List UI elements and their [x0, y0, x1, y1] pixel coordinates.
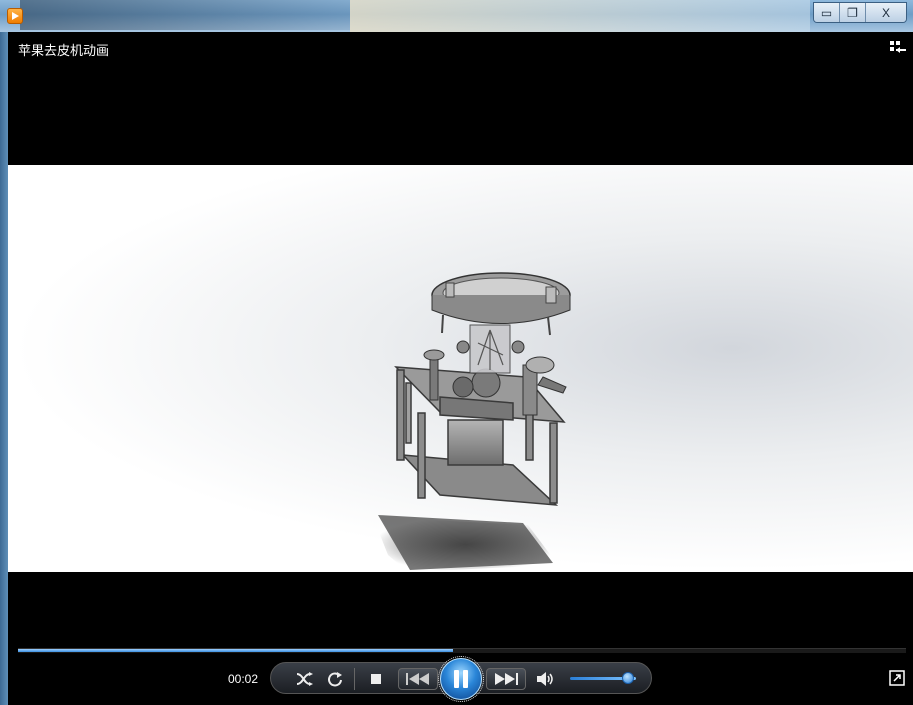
pause-button[interactable] [438, 656, 484, 702]
video-panel[interactable]: 苹果去皮机动画 00:02 [8, 32, 913, 705]
stop-button[interactable] [366, 669, 386, 689]
pause-icon-bar [463, 670, 468, 688]
video-frame[interactable] [8, 165, 913, 572]
elapsed-time: 00:02 [228, 672, 259, 686]
shuffle-button[interactable] [294, 669, 314, 689]
fullscreen-button[interactable] [889, 670, 905, 686]
seek-bar[interactable] [18, 648, 906, 653]
volume-button[interactable] [536, 669, 556, 689]
restore-icon: ❐ [847, 5, 858, 20]
repeat-button[interactable] [325, 669, 345, 689]
minimize-button[interactable]: ▭ [814, 3, 840, 22]
divider [354, 668, 355, 690]
close-icon: X [881, 5, 890, 20]
window-border-left [0, 0, 8, 705]
speaker-icon [537, 672, 553, 686]
fullscreen-icon [889, 670, 905, 686]
title-bar-background [20, 0, 350, 30]
window-controls: ▭ ❐ X [813, 2, 907, 23]
shuffle-icon [296, 672, 313, 686]
close-button[interactable]: X [866, 3, 906, 22]
player-app-icon[interactable] [7, 8, 23, 24]
restore-button[interactable]: ❐ [840, 3, 866, 22]
repeat-icon [328, 672, 342, 687]
title-bar[interactable]: ▭ ❐ X [0, 0, 913, 32]
previous-icon [406, 673, 429, 685]
title-bar-background-glow [350, 0, 810, 32]
volume-slider-handle[interactable] [622, 672, 635, 684]
video-title: 苹果去皮机动画 [18, 43, 110, 58]
minimize-icon: ▭ [820, 5, 833, 20]
layout-toggle-icon[interactable] [889, 40, 907, 56]
apple-peeler-3d-render [373, 272, 571, 572]
next-button[interactable] [486, 668, 526, 690]
next-icon [495, 673, 518, 685]
seek-bar-progress [18, 649, 454, 652]
pause-icon [454, 670, 459, 688]
previous-button[interactable] [398, 668, 438, 690]
stop-icon [371, 674, 381, 684]
